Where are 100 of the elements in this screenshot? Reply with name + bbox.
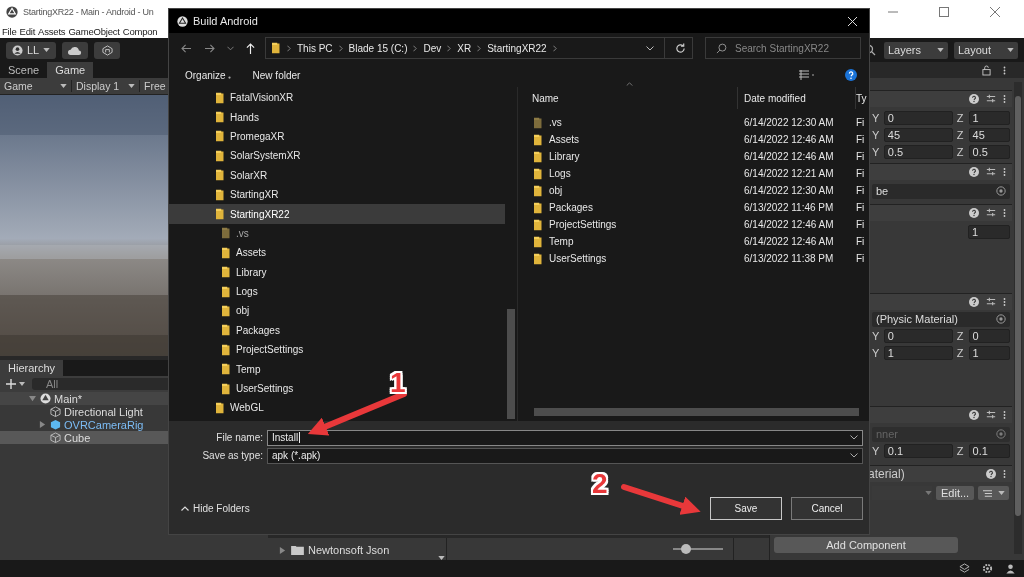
date-cell-text: 6/13/2022 11:38 PM bbox=[743, 253, 835, 264]
folder-tree-item[interactable]: Hands bbox=[216, 111, 259, 124]
search-field[interactable]: Search StartingXR22 bbox=[705, 37, 861, 59]
cancel-button[interactable]: Cancel bbox=[791, 497, 863, 520]
number-field[interactable]: 0.5 bbox=[968, 145, 1010, 159]
menu-item[interactable]: GameObject bbox=[68, 25, 120, 37]
number-field[interactable]: 0 bbox=[883, 111, 953, 125]
object-field[interactable]: be bbox=[872, 183, 1010, 199]
component-header[interactable]: aterial) bbox=[868, 466, 1012, 482]
number-field[interactable]: 0.1 bbox=[968, 444, 1010, 458]
folder-tree-item[interactable]: StartingXR bbox=[216, 188, 279, 201]
file-name[interactable]: obj bbox=[549, 185, 563, 196]
edit-button[interactable]: Edit... bbox=[936, 486, 975, 500]
window-title: StartingXR22 - Main - Android - Un bbox=[23, 7, 154, 17]
date-cell-text: 6/14/2022 12:21 AM bbox=[743, 168, 835, 179]
number-field[interactable]: 1 bbox=[883, 346, 953, 360]
number-field[interactable]: 1 bbox=[968, 111, 1010, 125]
number-field[interactable]: 1 bbox=[968, 225, 1010, 239]
file-name[interactable]: Library bbox=[549, 151, 580, 162]
view-tab[interactable]: Scene bbox=[0, 62, 48, 78]
file-name[interactable]: UserSettings bbox=[549, 253, 607, 264]
axis-label: Z bbox=[956, 330, 965, 342]
folder-tree-item[interactable]: StartingXR22 bbox=[216, 208, 290, 221]
add-component-button[interactable]: Add Component bbox=[774, 537, 958, 553]
object-field[interactable]: (Physic Material) bbox=[872, 311, 1010, 327]
file-type-dropdown[interactable]: apk (*.apk) bbox=[267, 447, 863, 464]
breadcrumb-item[interactable]: This PC bbox=[297, 42, 333, 54]
axis-label: Z bbox=[956, 129, 965, 141]
breadcrumb-item[interactable]: Dev bbox=[423, 42, 442, 54]
column-header[interactable]: Date modified bbox=[738, 87, 856, 109]
hierarchy-item[interactable]: OVRCameraRig bbox=[0, 418, 268, 431]
folder-tree-item[interactable]: Packages bbox=[222, 324, 280, 337]
number-field[interactable]: 0 bbox=[968, 329, 1010, 343]
file-name-field[interactable]: Install bbox=[267, 429, 863, 446]
hide-folders-button[interactable]: Hide Folders bbox=[175, 502, 256, 515]
file-name[interactable]: Temp bbox=[549, 236, 574, 247]
folder-tree-item[interactable]: Logs bbox=[222, 285, 258, 298]
axis-label: Z bbox=[956, 112, 965, 124]
folder-tree-item[interactable]: obj bbox=[222, 305, 250, 317]
folder-tree-item[interactable]: PromegaXR bbox=[216, 130, 285, 143]
number-field[interactable]: 0.5 bbox=[883, 145, 953, 159]
layout-dropdown[interactable]: Layout bbox=[954, 41, 1018, 59]
file-name[interactable]: ProjectSettings bbox=[549, 219, 617, 230]
address-bar[interactable]: This PC Blade 15 (C:) Dev XR StartingXR22 bbox=[265, 37, 693, 59]
menu-item[interactable]: Compon bbox=[122, 25, 158, 37]
folder-tree-item[interactable]: Temp bbox=[222, 363, 261, 376]
number-field[interactable]: 0 bbox=[883, 329, 953, 343]
file-name[interactable]: Assets bbox=[549, 134, 579, 145]
number-field[interactable]: 1 bbox=[968, 346, 1010, 360]
hierarchy-tab[interactable]: Hierarchy bbox=[0, 360, 64, 376]
field-label: File name: bbox=[215, 432, 264, 443]
axis-label: Y bbox=[872, 445, 880, 457]
new-folder-button[interactable]: New folder bbox=[252, 69, 301, 81]
breadcrumb-item[interactable]: XR bbox=[457, 42, 472, 54]
folder-tree-item[interactable]: ProjectSettings bbox=[222, 343, 304, 356]
file-name[interactable]: Logs bbox=[549, 168, 571, 179]
number-field[interactable]: 45 bbox=[883, 128, 953, 142]
account-dropdown[interactable]: LL bbox=[6, 41, 57, 59]
axis-label: Y bbox=[872, 146, 880, 158]
layers-dropdown[interactable]: Layers bbox=[884, 41, 948, 59]
folder-tree-item[interactable]: Library bbox=[222, 266, 267, 279]
game-dropdown[interactable]: Display 1 bbox=[72, 80, 140, 92]
date-cell-text: 6/14/2022 12:46 AM bbox=[743, 236, 835, 247]
folder-tree-item[interactable]: SolarXR bbox=[216, 169, 268, 182]
type-cell-text: Fi bbox=[856, 202, 866, 213]
view-tab[interactable]: Game bbox=[47, 62, 94, 78]
breadcrumb-item[interactable]: StartingXR22 bbox=[487, 42, 547, 54]
date-cell-text: 6/14/2022 12:46 AM bbox=[743, 219, 835, 230]
organize-menu[interactable]: Organize bbox=[185, 69, 231, 81]
number-field[interactable]: 0.1 bbox=[883, 444, 953, 458]
type-cell-text: Fi bbox=[856, 253, 866, 264]
date-cell-text: 6/14/2022 12:30 AM bbox=[743, 185, 835, 196]
component-title: aterial) bbox=[868, 467, 905, 481]
axis-label: Z bbox=[956, 445, 965, 457]
project-folder[interactable]: Newtonsoft Json bbox=[278, 544, 390, 556]
breadcrumb-item[interactable]: Blade 15 (C:) bbox=[348, 42, 408, 54]
file-name[interactable]: Packages bbox=[549, 202, 593, 213]
column-header[interactable]: Ty bbox=[856, 87, 869, 109]
type-cell-text: Fi bbox=[856, 151, 866, 162]
date-cell-text: 6/14/2022 12:46 AM bbox=[743, 134, 835, 145]
folder-tree-item[interactable]: Assets bbox=[222, 246, 266, 259]
axis-label: Y bbox=[872, 347, 880, 359]
type-cell-text: Fi bbox=[856, 236, 866, 247]
axis-label: Y bbox=[872, 330, 880, 342]
axis-label: Z bbox=[956, 347, 965, 359]
game-dropdown[interactable]: Game bbox=[0, 80, 72, 92]
type-cell-text: Fi bbox=[856, 219, 866, 230]
type-cell-text: Fi bbox=[856, 168, 866, 179]
menu-item[interactable]: Assets bbox=[38, 25, 66, 37]
menu-item[interactable]: File bbox=[2, 25, 17, 37]
folder-tree-item[interactable]: FatalVisionXR bbox=[216, 91, 294, 104]
save-button[interactable]: Save bbox=[710, 497, 782, 520]
axis-label: Z bbox=[956, 146, 965, 158]
column-header[interactable]: Name bbox=[518, 87, 738, 109]
menu-item[interactable]: Edit bbox=[19, 25, 36, 37]
folder-tree-item[interactable]: .vs bbox=[222, 227, 249, 240]
file-name[interactable]: .vs bbox=[549, 117, 562, 128]
folder-tree-item[interactable]: SolarSystemXR bbox=[216, 149, 301, 162]
number-field[interactable]: 45 bbox=[968, 128, 1010, 142]
step-number: 2 bbox=[592, 470, 608, 498]
